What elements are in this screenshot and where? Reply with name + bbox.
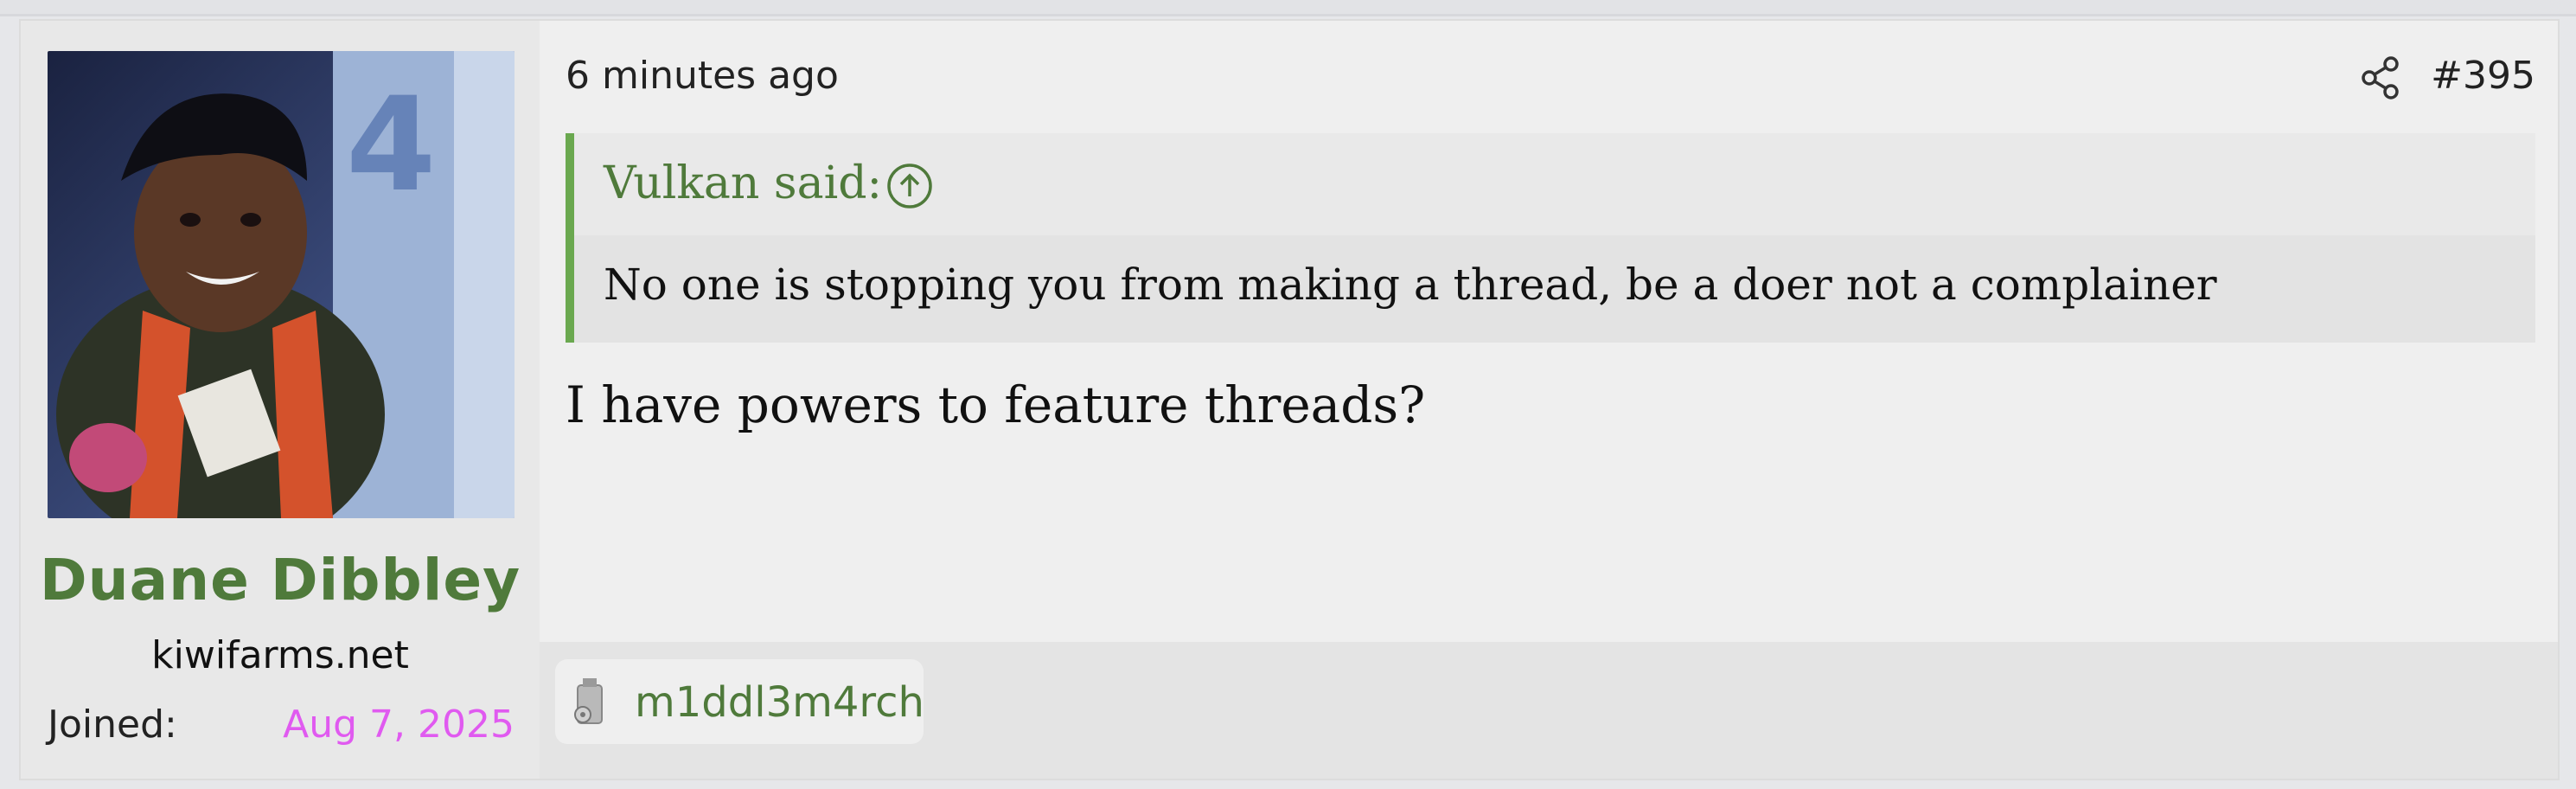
post-footer: m1ddl3m4rch [540, 642, 2558, 779]
post-timestamp[interactable]: 6 minutes ago [566, 54, 839, 98]
user-info-pane: 4 Duane Dibbley kiwifarms.net Joined: Au… [21, 21, 540, 779]
forum-post: 4 Duane Dibbley kiwifarms.net Joined: Au… [19, 19, 2560, 780]
share-icon[interactable] [2359, 55, 2402, 100]
reaction-summary[interactable]: m1ddl3m4rch [555, 659, 924, 744]
reaction-trophy-icon [569, 677, 610, 728]
quote-author[interactable]: Vulkan said: [604, 157, 882, 209]
post-message: I have powers to feature threads? [566, 375, 1426, 434]
user-avatar[interactable]: 4 [48, 51, 515, 518]
post-content: 6 minutes ago #395 Vulkan said: No one i… [540, 21, 2558, 642]
reaction-user[interactable]: m1ddl3m4rch [635, 678, 924, 727]
quote-block: Vulkan said: No one is stopping you from… [566, 133, 2535, 343]
quote-header: Vulkan said: [574, 133, 2535, 235]
quote-text: No one is stopping you from making a thr… [604, 260, 2217, 310]
avatar-image: 4 [48, 51, 515, 518]
username[interactable]: Duane Dibbley [21, 547, 540, 613]
top-divider [0, 0, 2576, 16]
user-title: kiwifarms.net [151, 633, 409, 677]
post-number[interactable]: #395 [2431, 54, 2535, 98]
quote-jump-arrow-icon[interactable] [885, 162, 934, 210]
svg-text:4: 4 [346, 70, 436, 221]
quote-body: No one is stopping you from making a thr… [574, 235, 2535, 343]
joined-label: Joined: [48, 702, 177, 747]
joined-date: Aug 7, 2025 [283, 702, 515, 747]
